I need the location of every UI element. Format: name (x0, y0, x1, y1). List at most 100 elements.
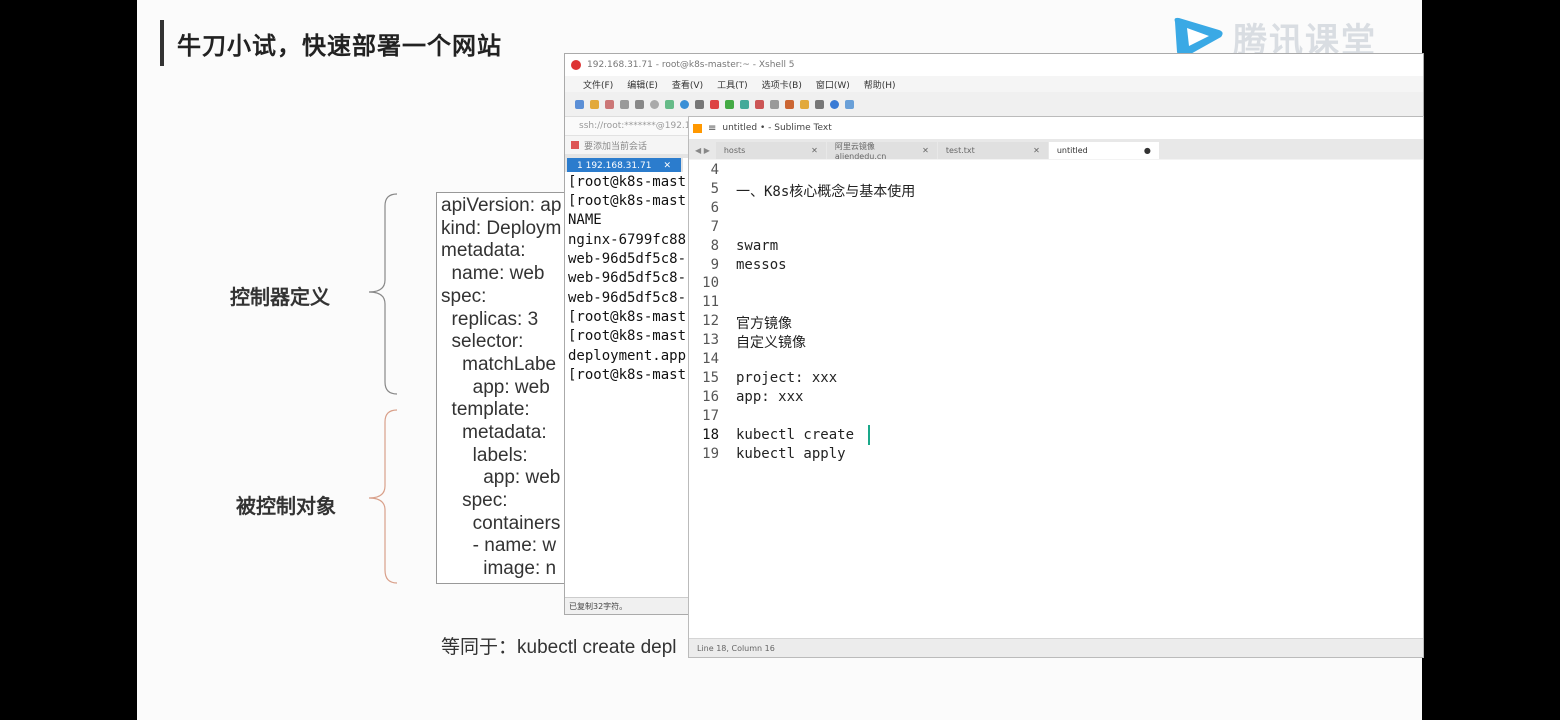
sublime-tab-hosts[interactable]: hosts ✕ (715, 142, 826, 159)
yaml-line: kind: Deploym (441, 218, 562, 239)
help-icon[interactable] (830, 99, 839, 109)
code-line: 一、K8s核心概念与基本使用 (736, 184, 916, 200)
code-line: swarm (736, 238, 779, 254)
code-line: app: xxx (736, 389, 804, 405)
title-accent-bar (160, 20, 164, 66)
new-session-icon[interactable] (575, 99, 584, 109)
disconnect-icon[interactable] (605, 99, 614, 109)
controlled-brace-icon (368, 409, 398, 584)
menu-window[interactable]: 窗口(W) (816, 78, 850, 91)
fullscreen-icon[interactable] (740, 99, 749, 109)
code-line: kubectl apply (736, 446, 846, 462)
terminal-line: web-96d5df5c8- (568, 251, 687, 267)
open-folder-icon[interactable] (590, 99, 599, 109)
line-number-current: 18 (702, 427, 719, 443)
xshell-toolbar (565, 92, 1423, 117)
terminal-line: nginx-6799fc88 (568, 232, 687, 248)
yaml-line: selector: (441, 331, 524, 352)
terminal-line: [root@k8s-mast (568, 174, 687, 190)
sublime-titlebar[interactable]: ≡ untitled • - Sublime Text (689, 117, 1423, 139)
keyboard-icon[interactable] (770, 99, 779, 109)
chat-icon[interactable] (845, 99, 854, 109)
sublime-statusbar: Line 18, Column 16 (689, 638, 1423, 657)
sublime-title: untitled • - Sublime Text (722, 123, 832, 133)
yaml-line: labels: (441, 445, 528, 466)
sublime-tabbar: ◀ ▶ hosts ✕ 阿里云镜像 aliendedu.cn ✕ test.tx… (689, 139, 1423, 161)
yaml-line: - name: w (441, 535, 557, 556)
transfer-icon[interactable] (725, 99, 734, 109)
tab-label: 1 192.168.31.71 (577, 161, 652, 171)
find-icon[interactable] (650, 99, 659, 109)
sublime-app-icon (693, 123, 702, 133)
close-icon[interactable]: ✕ (1033, 146, 1040, 155)
unsaved-dot-icon[interactable]: ● (1144, 146, 1151, 155)
sublime-window[interactable]: ≡ untitled • - Sublime Text ◀ ▶ hosts ✕ … (688, 116, 1424, 658)
compose-icon[interactable] (800, 99, 809, 109)
yaml-line: app: web (441, 377, 550, 398)
terminal-line: [root@k8s-mast (568, 309, 687, 325)
xshell-status-text: 已复制32字符。 (569, 601, 628, 611)
text-cursor (868, 425, 870, 445)
yaml-line: replicas: 3 (441, 309, 539, 330)
menu-help[interactable]: 帮助(H) (864, 78, 896, 91)
sublime-tab-test[interactable]: test.txt ✕ (937, 142, 1048, 159)
copy-icon[interactable] (620, 99, 629, 109)
yaml-line: template: (441, 399, 530, 420)
sublime-tab-untitled[interactable]: untitled ● (1048, 142, 1159, 159)
line-number: 7 (710, 219, 719, 235)
sublime-editor[interactable]: 4 5 一、K8s核心概念与基本使用 6 7 8 swarm 9 messos … (689, 160, 1423, 638)
yaml-line: image: n (441, 558, 557, 579)
tab-label: test.txt (945, 146, 975, 155)
xftp-icon[interactable] (710, 99, 719, 109)
menu-tabs[interactable]: 选项卡(B) (762, 78, 802, 91)
line-number: 9 (710, 257, 719, 273)
script-icon[interactable] (785, 99, 794, 109)
xshell-titlebar[interactable]: 192.168.31.71 - root@k8s-master:~ - Xshe… (565, 54, 1423, 76)
controller-brace-icon (368, 193, 398, 395)
hamburger-menu-icon[interactable]: ≡ (708, 123, 716, 134)
tab-label: 阿里云镜像 aliendedu.cn (834, 141, 887, 161)
bookmark-icon (571, 141, 579, 149)
line-number: 10 (702, 275, 719, 291)
close-icon[interactable]: ✕ (663, 161, 671, 171)
code-line-current: kubectl create (736, 427, 855, 443)
tab-label: hosts (723, 146, 746, 155)
line-number: 16 (702, 389, 719, 405)
close-icon[interactable]: ✕ (922, 146, 929, 155)
line-number: 8 (710, 238, 719, 254)
globe-icon[interactable] (680, 99, 689, 109)
yaml-line: containers (441, 513, 561, 534)
menu-edit[interactable]: 编辑(E) (627, 78, 658, 91)
menu-view[interactable]: 查看(V) (672, 78, 703, 91)
code-line: 自定义镜像 (736, 335, 806, 351)
line-number: 19 (702, 446, 719, 462)
menu-file[interactable]: 文件(F) (583, 78, 613, 91)
sublime-tab-mirror[interactable]: 阿里云镜像 aliendedu.cn ✕ (826, 141, 937, 161)
properties-icon[interactable] (665, 99, 674, 109)
menu-tools[interactable]: 工具(T) (717, 78, 748, 91)
line-number: 17 (702, 408, 719, 424)
tab-label: untitled (1056, 146, 1088, 155)
terminal-line: [root@k8s-mast (568, 328, 687, 344)
code-line: 官方镜像 (736, 316, 792, 332)
paste-icon[interactable] (635, 99, 644, 109)
line-number: 4 (710, 162, 719, 178)
tab-scroll-arrows-icon[interactable]: ◀ ▶ (691, 146, 716, 159)
terminal-line: deployment.app (568, 348, 687, 364)
code-line: project: xxx (736, 370, 838, 386)
yaml-line: name: web (441, 263, 545, 284)
line-number: 12 (702, 313, 719, 329)
lock-icon[interactable] (755, 99, 764, 109)
layout-icon[interactable] (815, 99, 824, 109)
xshell-app-icon (571, 60, 581, 70)
close-icon[interactable]: ✕ (811, 146, 818, 155)
xshell-terminal[interactable]: [root@k8s-mast [root@k8s-mast NAME nginx… (565, 172, 690, 597)
line-number: 13 (702, 332, 719, 348)
xshell-title: 192.168.31.71 - root@k8s-master:~ - Xshe… (587, 60, 795, 70)
line-number: 5 (710, 181, 719, 197)
yaml-code-box: apiVersion: ap kind: Deploym metadata: n… (436, 192, 578, 584)
terminal-line: [root@k8s-mast (568, 193, 687, 209)
code-line: messos (736, 257, 787, 273)
font-icon[interactable] (695, 99, 704, 109)
line-number: 15 (702, 370, 719, 386)
